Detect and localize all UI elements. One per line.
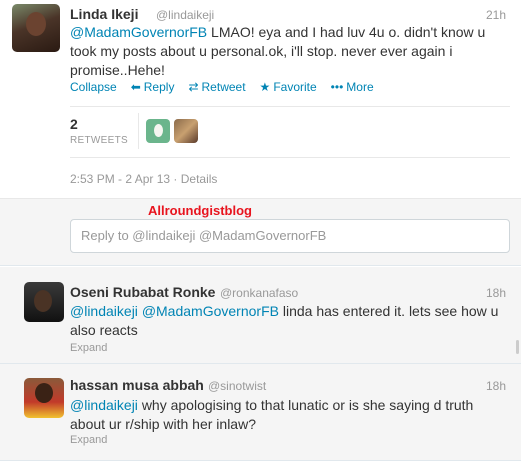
author-name[interactable]: hassan musa abbah — [70, 377, 204, 393]
retweet-icon: ⇄ — [188, 80, 199, 94]
mention-link[interactable]: @lindaikeji — [70, 397, 138, 413]
mention-link[interactable]: @MadamGovernorFB — [70, 24, 207, 40]
author-name[interactable]: Oseni Rubabat Ronke — [70, 284, 215, 300]
author-handle[interactable]: @sinotwist — [208, 379, 266, 393]
retweet-label: Retweet — [201, 80, 246, 94]
scrollbar[interactable] — [516, 340, 519, 354]
mention-link[interactable]: @MadamGovernorFB — [142, 303, 279, 319]
more-icon: ••• — [330, 80, 344, 94]
tweet-text: @lindaikeji @MadamGovernorFB linda has e… — [70, 302, 510, 340]
avatar[interactable] — [24, 378, 64, 418]
author-handle[interactable]: @lindaikeji — [156, 8, 214, 22]
tweet-text-line2: about ur r/ship with her inlaw? — [70, 416, 256, 432]
favorite-label: Favorite — [273, 80, 317, 94]
more-label: More — [346, 80, 374, 94]
retweet-count[interactable]: 2 — [70, 116, 78, 132]
reply-button[interactable]: ⬅ Reply — [131, 80, 175, 94]
mention-link[interactable]: @lindaikeji — [70, 303, 138, 319]
tweet-text-line1: why apologising to that lunatic or is sh… — [141, 397, 474, 413]
expand-link[interactable]: Expand — [70, 342, 107, 354]
tweet-time[interactable]: 18h — [486, 379, 506, 393]
divider — [70, 157, 510, 158]
favorite-button[interactable]: ★ Favorite — [260, 80, 317, 94]
retweeter-avatar-egg[interactable] — [146, 119, 170, 143]
avatar[interactable] — [24, 282, 64, 322]
details-link[interactable]: Details — [181, 172, 218, 186]
author-handle[interactable]: @ronkanafaso — [220, 286, 298, 300]
tweet-time[interactable]: 21h — [486, 8, 506, 22]
avatar[interactable] — [12, 4, 60, 52]
divider — [138, 113, 139, 149]
retweet-count-label[interactable]: RETWEETS — [70, 135, 128, 146]
collapse-button[interactable]: Collapse — [70, 80, 117, 94]
timestamp[interactable]: 2:53 PM - 2 Apr 13 — [70, 172, 170, 186]
tweet-actions: Collapse ⬅ Reply ⇄ Retweet ★ Favorite ••• Mo… — [70, 80, 374, 94]
watermark-label: Allroundgistblog — [148, 203, 252, 218]
divider — [70, 106, 510, 107]
reply-icon: ⬅ — [130, 80, 141, 94]
retweet-button[interactable]: ⇄ Retweet — [188, 80, 245, 94]
more-button[interactable]: ••• More — [331, 80, 374, 94]
tweet-text-line2: also reacts — [70, 322, 138, 338]
tweet-text: @MadamGovernorFB LMAO! eya and I had luv… — [70, 23, 510, 80]
tweet-datetime: 2:53 PM - 2 Apr 13 · Details — [70, 172, 218, 186]
reply-label: Reply — [143, 80, 175, 94]
tweet-text-line1: LMAO! eya and I had luv 4u o. didn't kno… — [211, 24, 486, 40]
author-name[interactable]: Linda Ikeji — [70, 6, 138, 22]
reply-input[interactable]: Reply to @lindaikeji @MadamGovernorFB — [70, 219, 510, 253]
expand-link[interactable]: Expand — [70, 434, 107, 446]
tweet-time[interactable]: 18h — [486, 286, 506, 300]
star-icon: ★ — [259, 80, 271, 94]
tweet-text-line1: linda has entered it. lets see how u — [282, 303, 499, 319]
collapse-label: Collapse — [70, 80, 117, 94]
tweet-text: @lindaikeji why apologising to that luna… — [70, 396, 515, 434]
retweeter-avatar[interactable] — [174, 119, 198, 143]
tweet-text-line2: took my posts about u personal.ok, i'll … — [70, 43, 453, 59]
tweet-text-line3: promise..Hehe! — [70, 62, 165, 78]
